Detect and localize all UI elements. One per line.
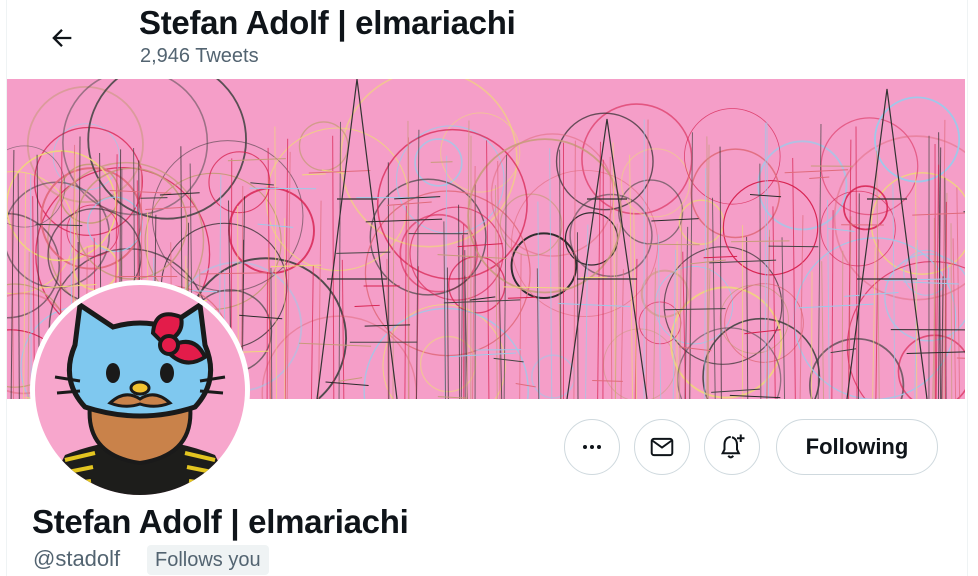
profile-header-bar: Stefan Adolf | elmariachi 2,946 Tweets [0,0,978,78]
tweet-count: 2,946 Tweets [140,45,259,67]
bell-plus-icon [721,434,745,459]
following-button[interactable]: Following [776,419,938,475]
arrow-left-icon [52,29,72,47]
avatar[interactable] [30,280,250,500]
envelope-icon [650,437,674,457]
profile-handle: @stadolf [33,546,121,571]
profile-name: Stefan Adolf | elmariachi [32,503,409,540]
back-button[interactable] [40,16,84,60]
follows-you-badge: Follows you [147,545,269,575]
header-title: Stefan Adolf | elmariachi [139,4,516,41]
message-button[interactable] [634,419,690,475]
more-button[interactable] [564,419,620,475]
more-icon [583,445,601,449]
avatar-illustration [35,285,245,495]
notifications-button[interactable] [704,419,760,475]
